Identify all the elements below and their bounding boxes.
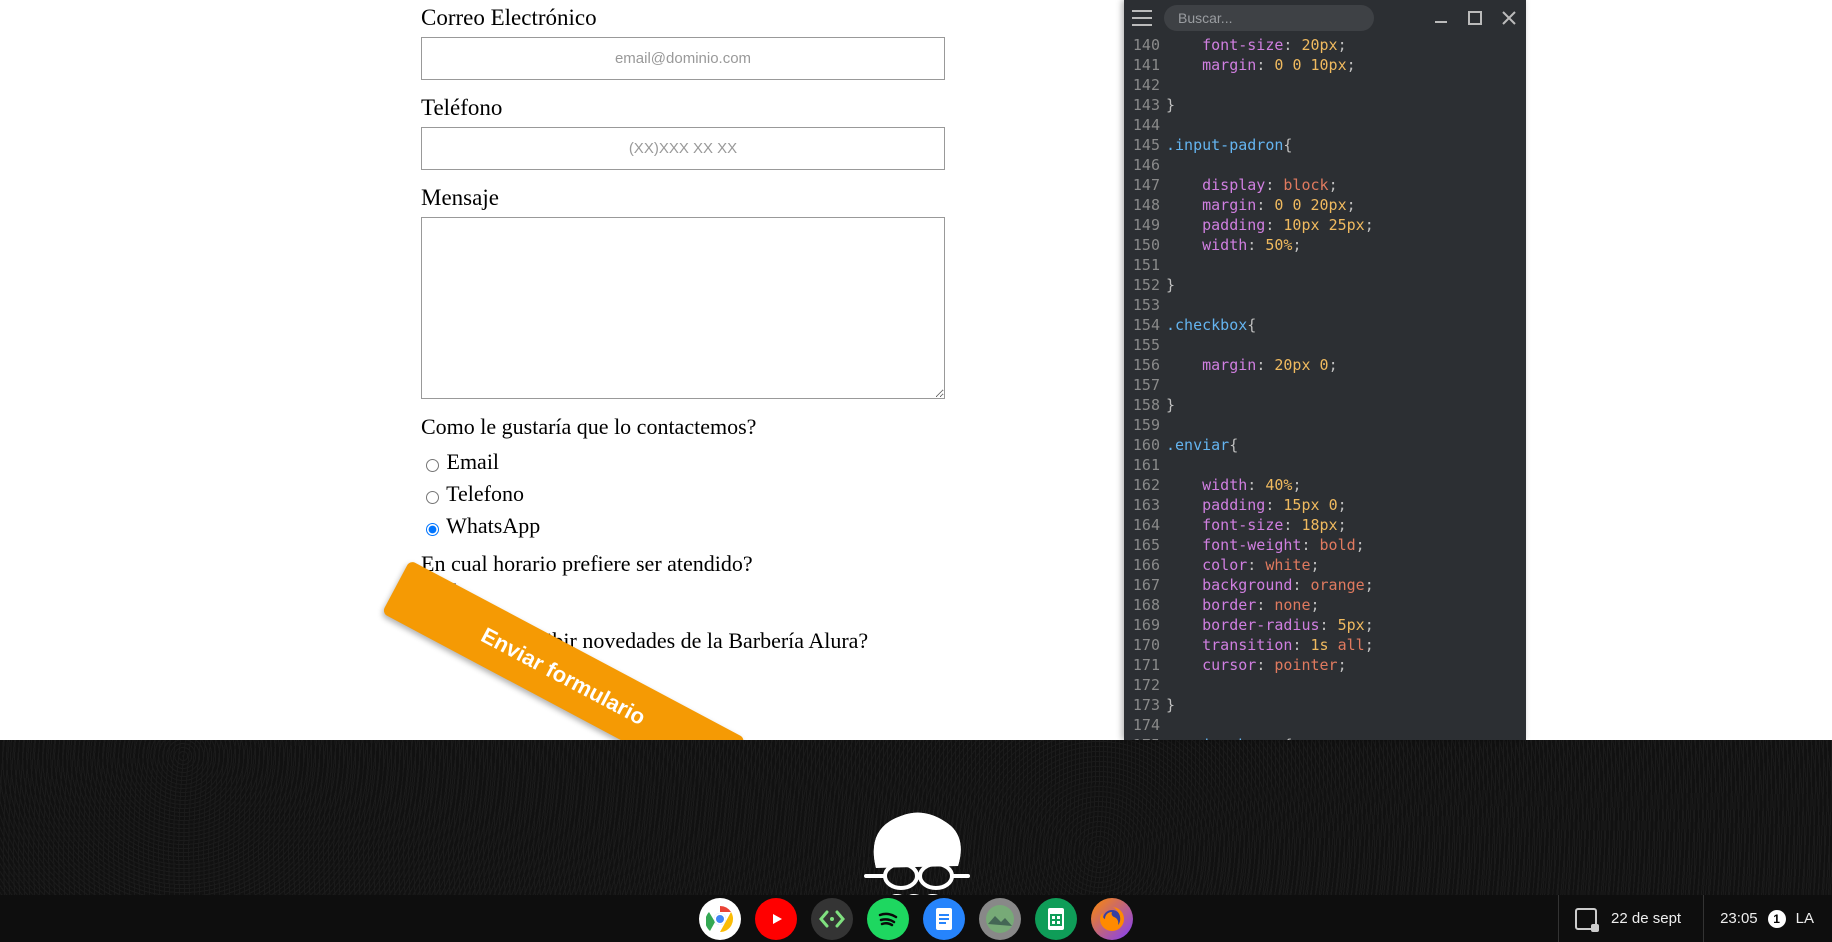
code-content[interactable]: font-size: 20px; margin: 0 0 10px; } .in…: [1166, 35, 1526, 740]
message-label: Mensaje: [421, 185, 945, 211]
close-icon[interactable]: [1496, 5, 1522, 31]
radio-whatsapp[interactable]: WhatsApp: [421, 510, 945, 542]
radio-phone[interactable]: Telefono: [421, 478, 945, 510]
radio-phone-input[interactable]: [426, 491, 439, 504]
editor-titlebar: Buscar...: [1124, 0, 1526, 35]
schedule-question: En cual horario prefiere ser atendido?: [421, 551, 945, 577]
system-tray: 22 de sept 23:05 1 LA: [1558, 895, 1832, 942]
contact-question: Como le gustaría que lo contactemos?: [421, 414, 945, 440]
google-docs-icon[interactable]: [923, 898, 965, 940]
taskbar: 22 de sept 23:05 1 LA: [0, 895, 1832, 942]
maximize-icon[interactable]: [1462, 5, 1488, 31]
code-area[interactable]: 1401411421431441451461471481491501511521…: [1124, 35, 1526, 740]
editor-search-placeholder: Buscar...: [1178, 8, 1232, 28]
tray-date-label: 22 de sept: [1611, 910, 1681, 927]
barber-logo-icon: [846, 798, 986, 908]
code-editor-window: Buscar... 140141142143144145146147148149…: [1124, 0, 1526, 740]
tray-time-label: 23:05: [1720, 910, 1758, 927]
notifications-icon[interactable]: [1575, 908, 1597, 930]
contact-radio-group: Email Telefono WhatsApp: [421, 446, 945, 542]
google-sheets-icon[interactable]: [1035, 898, 1077, 940]
email-field[interactable]: [421, 37, 945, 80]
radio-whatsapp-label: WhatsApp: [446, 513, 540, 538]
code-app-icon[interactable]: [811, 898, 853, 940]
tray-date[interactable]: 22 de sept: [1558, 895, 1697, 942]
taskbar-apps: [699, 898, 1133, 940]
tray-time[interactable]: 23:05 1 LA: [1703, 895, 1830, 942]
message-field[interactable]: [421, 217, 945, 399]
phone-label: Teléfono: [421, 95, 945, 121]
firefox-icon[interactable]: [1091, 898, 1133, 940]
chrome-icon[interactable]: [699, 898, 741, 940]
youtube-icon[interactable]: [755, 898, 797, 940]
editor-search-input[interactable]: Buscar...: [1164, 5, 1374, 31]
newsletter-label: cibir novedades de la Barbería Alura?: [537, 628, 869, 653]
radio-phone-label: Telefono: [446, 481, 524, 506]
radio-email-input[interactable]: [426, 459, 439, 472]
minimize-icon[interactable]: [1428, 5, 1454, 31]
tray-notif-badge: 1: [1768, 910, 1786, 928]
menu-icon[interactable]: [1128, 4, 1156, 32]
line-number-gutter: 1401411421431441451461471481491501511521…: [1124, 35, 1166, 740]
email-label: Correo Electrónico: [421, 5, 945, 31]
tray-lang-label: LA: [1796, 910, 1814, 927]
radio-email-label: Email: [447, 449, 500, 474]
radio-whatsapp-input[interactable]: [426, 523, 439, 536]
photo-app-icon[interactable]: [979, 898, 1021, 940]
contact-form: Correo Electrónico Teléfono Mensaje Como…: [421, 0, 945, 654]
radio-email[interactable]: Email: [421, 446, 945, 478]
spotify-icon[interactable]: [867, 898, 909, 940]
page-footer: [0, 740, 1832, 900]
phone-field[interactable]: [421, 127, 945, 170]
